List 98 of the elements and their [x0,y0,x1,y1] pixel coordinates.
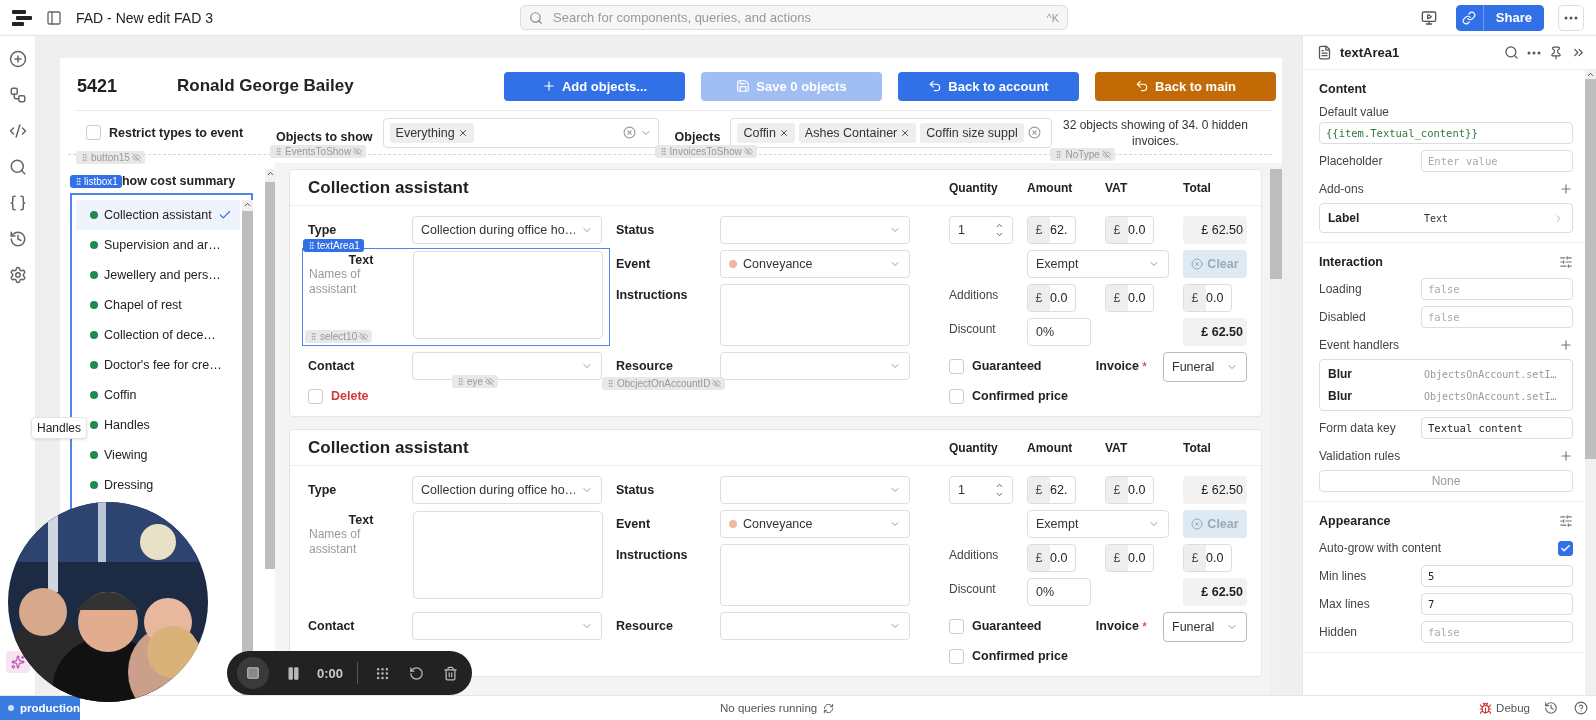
checkbox-label: Confirmed price [972,389,1068,403]
card-title: Collection assistant [308,437,470,458]
column-header: Total [1183,180,1212,195]
required-mark: * [1141,618,1147,634]
record-id: 5421 [77,75,119,97]
property-label: Loading [1319,282,1363,296]
item-name: Blur [1328,389,1353,403]
field-label: Resource [616,359,673,373]
section-title: Appearance [1319,514,1391,528]
column-header: VAT [1105,440,1129,455]
required-mark: * [1141,358,1147,374]
amount-value: 0.0 [1050,550,1069,567]
field-label: Event [616,257,652,271]
amount-value: 0.0 [1206,550,1225,567]
field-label: Additions [949,287,1000,302]
grand-total: £ 62.50 [1183,318,1247,346]
filter-label: Objects [674,129,721,144]
grand-total: £ 62.50 [1183,578,1247,606]
checkbox-label: Confirmed price [972,649,1068,663]
property-label: Event handlers [1319,338,1400,352]
field-label: Discount [949,581,997,596]
field-hint: Names of assistant [309,267,362,297]
amount-value: 0.0 [1128,550,1147,567]
amount-value: 0.0 [1050,290,1069,307]
currency-label: £ [1184,285,1206,311]
card-title: Collection assistant [308,177,470,198]
currency-label: £ [1106,217,1128,243]
summary-text: 32 objects showing of 34. 0 hidden invoices. [1062,116,1249,149]
empty-list: None [1319,470,1573,492]
inspector-title: textArea1 [1340,45,1401,60]
currency-label: £ [1106,477,1128,503]
field-label: Status [616,483,656,497]
item-value: ObjectsOnAccount.setI… [1424,368,1558,380]
column-header: Quantity [949,440,999,455]
amount-value: 62. [1050,222,1069,239]
checkbox-label: Restrict types to event [109,125,244,140]
property-label: Add-ons [1319,182,1364,196]
field-label: Text [348,252,374,267]
checkbox-label: Guaranteed [972,619,1042,633]
field-hint: Names of assistant [309,527,362,557]
tooltip: Handles [31,417,88,439]
item-value: Text [1424,212,1450,224]
checkbox-label: Guaranteed [972,359,1042,373]
section-title: Content [1319,82,1367,96]
property-label: Validation rules [1319,449,1401,463]
property-label: Max lines [1319,597,1371,611]
field-label: Text [348,512,374,527]
filter-label: Objects to show [276,129,373,144]
field-label: Invoice [1095,619,1139,633]
property-label: Form data key [1319,421,1397,435]
total-value: £ 62.50 [1183,476,1247,504]
field-label: Type [308,483,338,497]
currency-label: £ [1106,285,1128,311]
amount-value: 0.0 [1128,482,1147,499]
property-label: Placeholder [1319,154,1384,168]
shortcut-hint: ^K [1046,11,1059,24]
column-header: Amount [1027,180,1074,195]
column-header: Amount [1027,440,1074,455]
currency-label: £ [1106,545,1128,571]
property-label: Min lines [1319,569,1368,583]
field-label: Invoice [1095,359,1139,373]
record-name: Ronald George Bailey [177,76,355,96]
amount-value: 0.0 [1206,290,1225,307]
amount-value: 0.0 [1128,222,1147,239]
field-label: Instructions [616,547,689,562]
section-title: Interaction [1319,255,1383,269]
property-label: Disabled [1319,310,1367,324]
field-label: Instructions [616,287,689,302]
currency-label: £ [1028,477,1050,503]
field-label: Discount [949,321,997,336]
property-label: Hidden [1319,625,1359,639]
window-title: FAD - New edit FAD 3 [76,9,214,26]
property-label: Auto-grow with content [1319,541,1442,555]
currency-label: £ [1028,545,1050,571]
field-label: Additions [949,547,1000,562]
item-value: ObjectsOnAccount.setI… [1424,390,1558,402]
currency-label: £ [1028,217,1050,243]
amount-value: 0.0 [1128,290,1147,307]
field-label: Status [616,223,656,237]
recording-time: 0:00 [317,665,344,681]
column-header: Quantity [949,180,999,195]
column-header: VAT [1105,180,1129,195]
field-label: Contact [308,619,356,633]
field-label: Event [616,517,652,531]
checkbox-label: how cost summary [121,174,236,188]
field-label: Type [308,223,338,237]
field-label: Contact [308,359,356,373]
item-name: Blur [1328,367,1353,381]
property-label: Default value [1319,105,1391,119]
currency-label: £ [1028,285,1050,311]
delete-label: Delete [331,389,369,403]
field-label: Resource [616,619,673,633]
status-text: No queries running [720,702,818,714]
item-name: Label [1328,211,1361,225]
amount-value: 62. [1050,482,1069,499]
column-header: Total [1183,440,1212,455]
total-value: £ 62.50 [1183,216,1247,244]
currency-label: £ [1184,545,1206,571]
